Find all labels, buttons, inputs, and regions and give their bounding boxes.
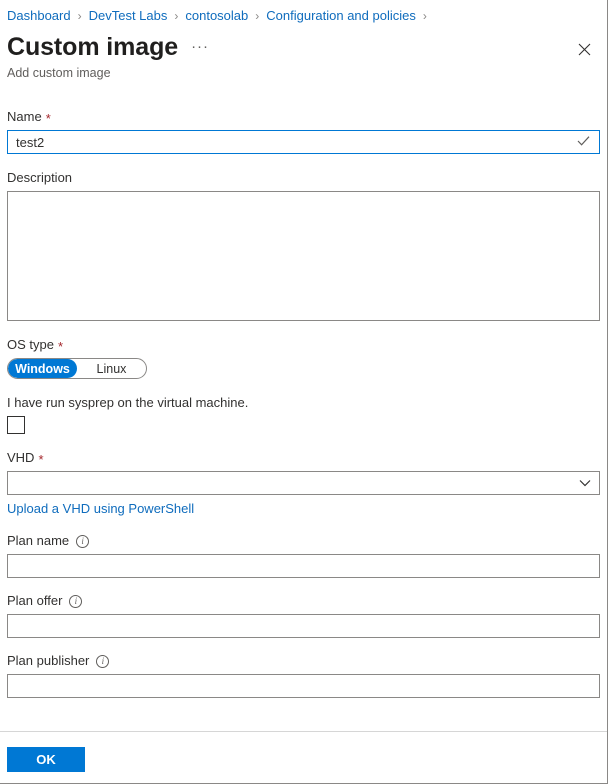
field-plan-publisher: Plan publisher i — [7, 652, 600, 698]
os-type-label: OS type — [7, 337, 54, 352]
name-input-value: test2 — [16, 134, 45, 150]
breadcrumb-separator-icon: › — [77, 9, 82, 23]
vhd-label: VHD — [7, 450, 35, 465]
field-plan-offer: Plan offer i — [7, 592, 600, 638]
field-os-type: OS type * Windows Linux — [7, 336, 600, 379]
plan-publisher-label: Plan publisher — [7, 653, 90, 668]
breadcrumb-item-contosolab[interactable]: contosolab — [185, 6, 248, 26]
plan-offer-label-row: Plan offer i — [7, 592, 600, 610]
breadcrumb-item-dashboard[interactable]: Dashboard — [7, 6, 71, 26]
info-icon[interactable]: i — [76, 534, 90, 548]
ok-button[interactable]: OK — [7, 747, 85, 772]
field-sysprep: I have run sysprep on the virtual machin… — [7, 394, 600, 434]
page-subtitle: Add custom image — [7, 66, 111, 80]
description-label-row: Description — [7, 169, 600, 187]
info-icon[interactable]: i — [96, 654, 110, 668]
description-label: Description — [7, 170, 73, 185]
vhd-required-indicator: * — [38, 451, 44, 467]
header-title-row: Custom image ··· — [7, 32, 209, 62]
plan-offer-label: Plan offer — [7, 593, 63, 608]
vhd-dropdown[interactable] — [7, 471, 600, 495]
plan-name-input[interactable] — [7, 554, 600, 578]
more-options-button[interactable]: ··· — [191, 39, 209, 54]
os-type-label-row: OS type * — [7, 336, 600, 354]
plan-name-label-row: Plan name i — [7, 532, 600, 550]
name-required-indicator: * — [45, 110, 51, 126]
os-type-option-linux[interactable]: Linux — [77, 359, 146, 378]
blade-footer: OK — [0, 731, 607, 783]
close-icon[interactable] — [571, 36, 597, 62]
info-icon[interactable]: i — [69, 594, 83, 608]
upload-vhd-powershell-link[interactable]: Upload a VHD using PowerShell — [7, 500, 194, 518]
name-label: Name — [7, 109, 42, 124]
os-type-option-windows[interactable]: Windows — [8, 359, 77, 378]
breadcrumb-item-configuration-and-policies[interactable]: Configuration and policies — [266, 6, 416, 26]
name-input[interactable]: test2 — [7, 130, 600, 154]
field-vhd: VHD * Upload a VHD using PowerShell — [7, 449, 600, 518]
sysprep-label: I have run sysprep on the virtual machin… — [7, 395, 249, 410]
field-description: Description — [7, 169, 600, 321]
plan-name-label: Plan name — [7, 533, 70, 548]
vhd-label-row: VHD * — [7, 449, 600, 467]
plan-offer-input[interactable] — [7, 614, 600, 638]
custom-image-blade: Dashboard › DevTest Labs › contosolab › … — [0, 0, 608, 784]
name-label-row: Name * — [7, 108, 600, 126]
plan-publisher-input[interactable] — [7, 674, 600, 698]
plan-publisher-label-row: Plan publisher i — [7, 652, 600, 670]
breadcrumb-item-devtest-labs[interactable]: DevTest Labs — [89, 6, 168, 26]
os-type-required-indicator: * — [57, 338, 64, 354]
breadcrumb-separator-icon: › — [255, 9, 260, 23]
field-plan-name: Plan name i — [7, 532, 600, 578]
breadcrumb-separator-icon: › — [422, 9, 427, 23]
page-title: Custom image — [7, 33, 179, 61]
os-type-toggle[interactable]: Windows Linux — [7, 358, 147, 379]
custom-image-form: Name * test2 Description OS type * Windo… — [0, 108, 607, 698]
breadcrumb-separator-icon: › — [174, 9, 179, 23]
field-name: Name * test2 — [7, 108, 600, 154]
checkmark-icon — [577, 135, 590, 150]
breadcrumb: Dashboard › DevTest Labs › contosolab › … — [7, 6, 434, 26]
description-textarea[interactable] — [7, 191, 600, 321]
sysprep-checkbox[interactable] — [7, 416, 25, 434]
chevron-down-icon — [579, 479, 591, 487]
